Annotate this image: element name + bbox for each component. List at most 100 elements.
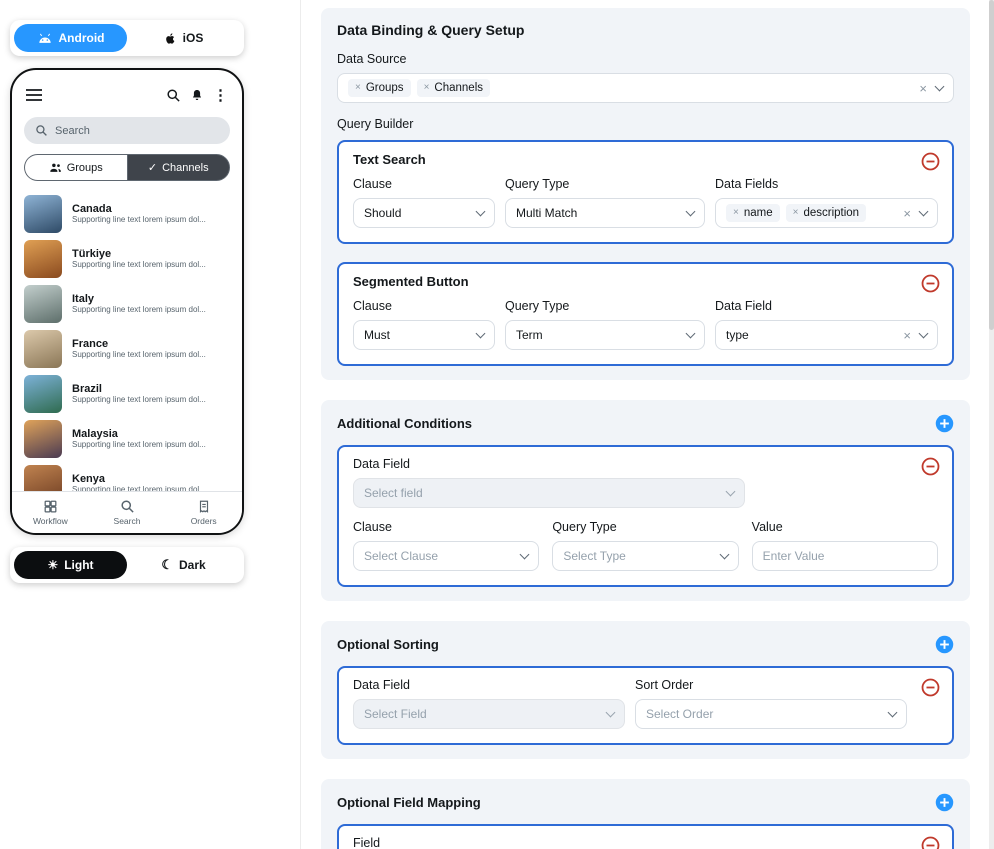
segment-groups[interactable]: Groups — [24, 154, 127, 181]
sort-field-placeholder: Select Field — [364, 707, 427, 721]
remove-text-search-button[interactable] — [921, 152, 940, 171]
segmented-data-field-select[interactable]: type × — [715, 320, 938, 350]
list-item-malaysia[interactable]: Malaysia Supporting line text lorem ipsu… — [24, 416, 230, 461]
sort-order-select[interactable]: Select Order — [635, 699, 907, 729]
add-sort-button[interactable] — [935, 635, 954, 654]
scrollbar[interactable] — [989, 0, 994, 849]
sort-order-placeholder: Select Order — [646, 707, 713, 721]
optional-sorting-title: Optional Sorting — [337, 637, 439, 652]
search-icon — [35, 124, 48, 137]
text-search-title: Text Search — [353, 152, 938, 167]
clause-label: Clause — [353, 177, 495, 191]
segmented-clause-select[interactable]: Must — [353, 320, 495, 350]
chevron-down-icon[interactable] — [919, 328, 929, 338]
text-search-clause-select[interactable]: Should — [353, 198, 495, 228]
chevron-down-icon — [520, 549, 530, 559]
chip-remove-icon[interactable]: × — [424, 83, 430, 93]
chip-remove-icon[interactable]: × — [355, 83, 361, 93]
list-item-subtitle: Supporting line text lorem ipsum dol... — [72, 215, 206, 224]
data-source-multiselect[interactable]: × Groups × Channels × — [337, 73, 954, 103]
chip-remove-icon[interactable]: × — [793, 208, 799, 218]
query-type-value: Multi Match — [516, 206, 577, 220]
chip-remove-icon[interactable]: × — [733, 208, 739, 218]
chevron-down-icon[interactable] — [935, 81, 945, 91]
list-item-france[interactable]: France Supporting line text lorem ipsum … — [24, 326, 230, 371]
additional-conditions-title: Additional Conditions — [337, 416, 472, 431]
remove-condition-button[interactable] — [921, 457, 940, 476]
orders-icon — [197, 499, 211, 514]
additional-conditions-card: Additional Conditions Data Field Select … — [321, 400, 970, 601]
bell-icon[interactable] — [190, 88, 204, 103]
condition-clause-placeholder: Select Clause — [364, 549, 438, 563]
remove-segmented-button-button[interactable] — [921, 274, 940, 293]
nav-item-search[interactable]: Search — [89, 492, 166, 533]
condition-data-field-label: Data Field — [353, 457, 938, 471]
list-item-title: Türkiye — [72, 248, 206, 260]
list-item-turkiye[interactable]: Türkiye Supporting line text lorem ipsum… — [24, 236, 230, 281]
clear-icon[interactable]: × — [919, 82, 927, 95]
list-item-italy[interactable]: Italy Supporting line text lorem ipsum d… — [24, 281, 230, 326]
platform-android-button[interactable]: Android — [14, 24, 127, 52]
condition-field-select[interactable]: Select field — [353, 478, 745, 508]
workflow-icon — [43, 499, 58, 514]
add-field-mapping-button[interactable] — [935, 793, 954, 812]
list-item-title: France — [72, 338, 206, 350]
condition-query-type-select[interactable]: Select Type — [552, 541, 738, 571]
list-item-canada[interactable]: Canada Supporting line text lorem ipsum … — [24, 191, 230, 236]
sort-data-field-label: Data Field — [353, 678, 625, 692]
segmented-query-type-select[interactable]: Term — [505, 320, 705, 350]
data-field-label: Data Field — [715, 299, 938, 313]
appbar-search-icon[interactable] — [166, 88, 181, 103]
list-item-title: Italy — [72, 293, 206, 305]
menu-icon[interactable] — [26, 89, 42, 101]
optional-field-mapping-title: Optional Field Mapping — [337, 795, 481, 810]
segment-channels[interactable]: ✓ Channels — [127, 154, 231, 181]
clear-icon[interactable]: × — [903, 329, 911, 342]
chevron-down-icon — [476, 206, 486, 216]
sort-field-select[interactable]: Select Field — [353, 699, 625, 729]
data-fields-label: Data Fields — [715, 177, 938, 191]
condition-row-card: Data Field Select field Clause Select Cl… — [337, 445, 954, 587]
nav-label: Search — [114, 516, 141, 526]
chip-label: name — [744, 207, 773, 219]
add-condition-button[interactable] — [935, 414, 954, 433]
query-setup-card: Data Binding & Query Setup Data Source ×… — [321, 8, 970, 380]
list-item-title: Canada — [72, 203, 206, 215]
list-item-subtitle: Supporting line text lorem ipsum dol... — [72, 395, 206, 404]
theme-dark-button[interactable]: ☾ Dark — [127, 551, 240, 579]
remove-sort-button[interactable] — [921, 678, 940, 697]
preview-column: Android iOS ⋮ Search — [10, 20, 244, 583]
theme-light-button[interactable]: ☀ Light — [14, 551, 127, 579]
data-fields-multiselect[interactable]: × name × description × — [715, 198, 938, 228]
clear-icon[interactable]: × — [903, 207, 911, 220]
kebab-menu-icon[interactable]: ⋮ — [213, 88, 228, 103]
ios-label: iOS — [183, 31, 204, 45]
chip-label: Groups — [366, 82, 404, 94]
condition-value-input[interactable] — [752, 541, 938, 571]
remove-field-mapping-button[interactable] — [921, 836, 940, 849]
platform-ios-button[interactable]: iOS — [127, 24, 240, 52]
data-source-label: Data Source — [337, 52, 954, 66]
list-item-subtitle: Supporting line text lorem ipsum dol... — [72, 440, 206, 449]
query-type-value: Term — [516, 328, 543, 342]
phone-search-field[interactable]: Search — [24, 117, 230, 144]
condition-value-label: Value — [752, 520, 938, 534]
scrollbar-thumb[interactable] — [989, 0, 994, 330]
bottom-navigation: Workflow Search Orders — [12, 491, 242, 533]
nav-item-workflow[interactable]: Workflow — [12, 492, 89, 533]
platform-toggle: Android iOS — [10, 20, 244, 56]
segmented-button-card: Segmented Button Clause Must Query Type … — [337, 262, 954, 366]
phone-appbar: ⋮ — [22, 80, 232, 110]
list-item-subtitle: Supporting line text lorem ipsum dol... — [72, 350, 206, 359]
chevron-down-icon — [726, 486, 736, 496]
check-icon: ✓ — [148, 161, 157, 174]
condition-clause-select[interactable]: Select Clause — [353, 541, 539, 571]
segment-channels-label: Channels — [162, 162, 208, 174]
nav-item-orders[interactable]: Orders — [165, 492, 242, 533]
text-search-query-type-select[interactable]: Multi Match — [505, 198, 705, 228]
chevron-down-icon[interactable] — [919, 206, 929, 216]
list-item-brazil[interactable]: Brazil Supporting line text lorem ipsum … — [24, 371, 230, 416]
list-item-kenya[interactable]: Kenya Supporting line text lorem ipsum d… — [24, 461, 230, 491]
sort-order-label: Sort Order — [635, 678, 907, 692]
chevron-down-icon — [476, 328, 486, 338]
